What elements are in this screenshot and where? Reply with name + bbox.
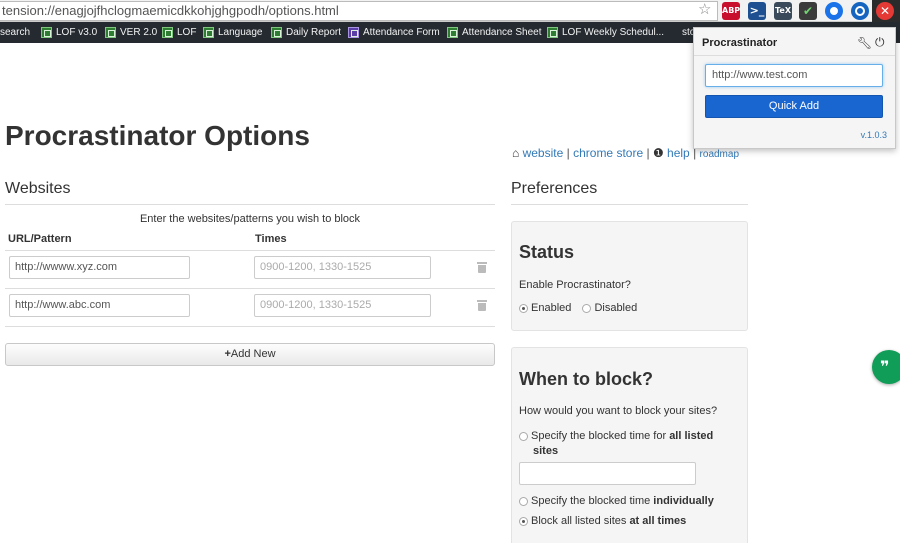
bookmark-attendance-sheet[interactable]: Attendance Sheet — [447, 22, 542, 43]
bookmark-label: Attendance Form — [363, 27, 440, 38]
when-title: When to block? — [519, 369, 653, 389]
add-new-label: Add New — [230, 348, 276, 360]
bookmark-lof[interactable]: LOF — [162, 22, 196, 43]
sheets-icon — [203, 27, 214, 38]
power-icon[interactable]: ⏻ — [875, 35, 885, 50]
websites-heading: Websites — [5, 180, 71, 197]
when-question: How would you want to block your sites? — [519, 405, 718, 417]
bookmark-language[interactable]: Language — [203, 22, 263, 43]
version-link[interactable]: v.1.0.3 — [861, 130, 887, 140]
radio-label-bold: sites — [533, 445, 559, 457]
preferences-heading: Preferences — [511, 180, 598, 197]
sheets-icon — [447, 27, 458, 38]
bookmark-label: Daily Report — [286, 27, 342, 38]
radio-label: Specify the blocked time — [531, 495, 654, 507]
bookmark-label: Language — [218, 27, 263, 38]
trash-icon[interactable] — [477, 262, 487, 273]
forms-icon — [348, 27, 359, 38]
extension-popup: Procrastinator 🔧︎ ⏻ http://www.test.com … — [693, 27, 896, 149]
radio-icon — [582, 303, 592, 313]
abp-icon[interactable]: ABP — [722, 2, 740, 20]
radio-label-bold: at all times — [629, 515, 687, 527]
bookmark-ver2[interactable]: VER 2.0 — [105, 22, 157, 43]
radio-label: Disabled — [594, 302, 638, 314]
divider — [694, 55, 895, 56]
radio-label-bold: individually — [653, 495, 714, 507]
bookmark-daily-report[interactable]: Daily Report — [271, 22, 341, 43]
website-link[interactable]: website — [523, 146, 564, 160]
page-title: Procrastinator Options — [5, 120, 310, 151]
chrome-icon[interactable] — [825, 2, 843, 20]
popup-title: Procrastinator — [702, 37, 778, 49]
wrench-icon[interactable]: 🔧︎ — [857, 36, 872, 50]
sheets-icon — [271, 27, 282, 38]
url-field[interactable]: tension://enagjojfhclogmaemicdkkohjghgpo… — [0, 1, 718, 21]
when-panel: When to block? How would you want to blo… — [511, 347, 748, 543]
table-caption: Enter the websites/patterns you wish to … — [139, 213, 361, 225]
tex-icon[interactable]: TeX — [774, 2, 792, 20]
radio-enabled[interactable]: Enabled — [519, 302, 571, 314]
bookmark-label: VER 2.0 — [120, 27, 158, 38]
bookmark-label: LOF — [177, 27, 197, 38]
powershell-icon[interactable]: >_ — [748, 2, 766, 20]
url-input[interactable]: http://wwww.xyz.com — [9, 256, 190, 279]
bookmark-attendance-form[interactable]: Attendance Form — [348, 22, 440, 43]
separator: | — [646, 146, 650, 160]
times-input[interactable]: 0900-1200, 1330-1525 — [254, 294, 431, 317]
radio-label: Enabled — [531, 302, 572, 314]
separator: | — [566, 146, 570, 160]
radio-icon — [519, 303, 528, 313]
status-panel: Status Enable Procrastinator? Enabled Di… — [511, 221, 748, 331]
radio-label: Block all listed sites — [531, 515, 630, 527]
table-row: http://www.abc.com 0900-1200, 1330-1525 — [5, 288, 495, 326]
table-row: http://wwww.xyz.com 0900-1200, 1330-1525 — [5, 250, 495, 288]
radio-label-bold: all listed — [669, 430, 714, 442]
status-question: Enable Procrastinator? — [519, 279, 631, 291]
clock-icon[interactable] — [851, 2, 869, 20]
status-title: Status — [519, 242, 575, 262]
sheets-icon — [162, 27, 173, 38]
radio-all-listed[interactable]: Specify the blocked time for all listed … — [519, 429, 734, 459]
divider — [511, 204, 748, 205]
radio-disabled[interactable]: Disabled — [582, 302, 637, 314]
col-times-header: Times — [255, 233, 287, 245]
quote-icon[interactable]: ❞ — [872, 350, 900, 384]
help-link[interactable]: help — [667, 146, 690, 160]
sheets-icon — [41, 27, 52, 38]
status-options: Enabled Disabled — [519, 302, 637, 314]
bookmark-search[interactable]: search — [0, 22, 30, 43]
add-new-button[interactable]: +Add New — [5, 343, 495, 366]
bookmark-label: search — [0, 27, 31, 38]
times-input[interactable]: 0900-1200, 1330-1525 — [254, 256, 431, 279]
divider — [5, 204, 495, 205]
bookmark-lof-weekly[interactable]: LOF Weekly Schedul... — [547, 22, 664, 43]
roadmap-link[interactable]: roadmap — [700, 149, 739, 160]
procrastinator-icon[interactable]: ✕ — [876, 2, 894, 20]
trash-icon[interactable] — [477, 300, 487, 311]
sheets-icon — [547, 27, 558, 38]
col-url-header: URL/Pattern — [8, 233, 72, 245]
checkbox-icon[interactable]: ✔ — [799, 2, 817, 20]
sheets-icon — [105, 27, 116, 38]
chrome-store-link[interactable]: chrome store — [573, 146, 643, 160]
quick-add-button[interactable]: Quick Add — [705, 95, 883, 118]
divider — [5, 326, 495, 327]
radio-all-times[interactable]: Block all listed sites at all times — [519, 515, 686, 527]
star-icon[interactable]: ☆ — [698, 2, 711, 18]
url-input[interactable]: http://www.abc.com — [9, 294, 190, 317]
radio-icon — [519, 431, 528, 441]
address-bar: tension://enagjojfhclogmaemicdkkohjghgpo… — [0, 0, 900, 22]
quick-add-input[interactable]: http://www.test.com — [705, 64, 883, 87]
radio-individually[interactable]: Specify the blocked time individually — [519, 495, 714, 507]
home-icon: ⌂ — [512, 146, 520, 160]
bookmark-label: LOF Weekly Schedul... — [562, 27, 665, 38]
info-icon: ❶ — [652, 146, 664, 160]
radio-icon — [519, 516, 528, 526]
blocked-time-input[interactable] — [519, 462, 696, 485]
radio-icon — [519, 496, 528, 506]
bookmark-label: Attendance Sheet — [462, 27, 542, 38]
bookmark-lof-v3[interactable]: LOF v3.0 — [41, 22, 97, 43]
bookmark-label: LOF v3.0 — [56, 27, 98, 38]
radio-label: Specify the blocked time for — [531, 430, 670, 442]
